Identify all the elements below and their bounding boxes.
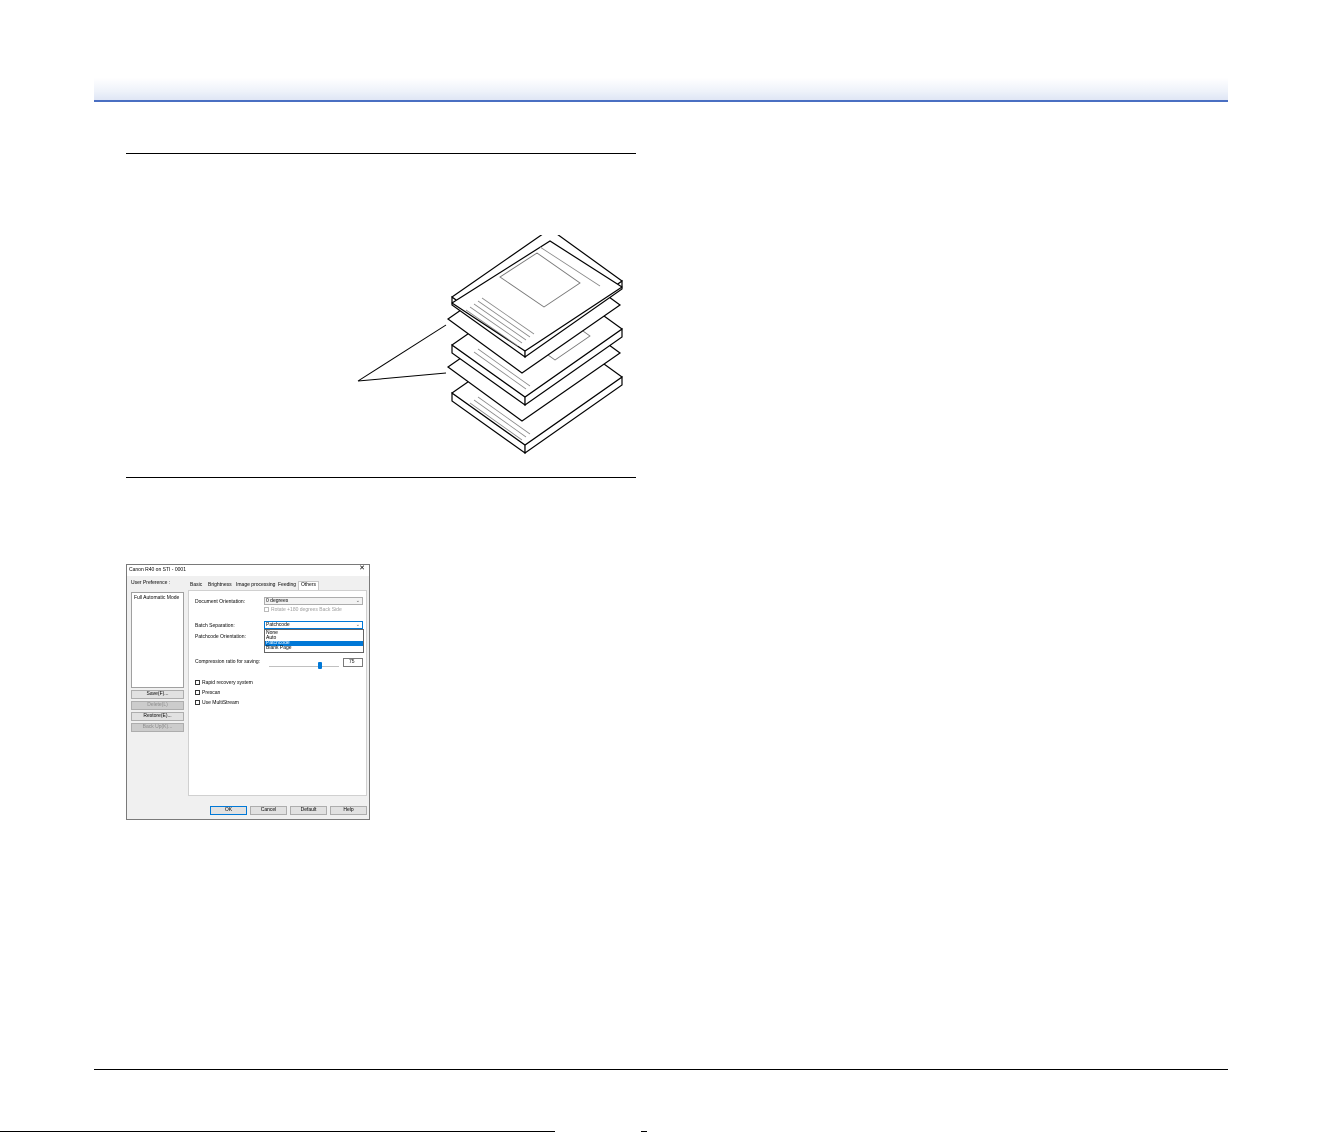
compression-slider-thumb[interactable] bbox=[318, 662, 323, 669]
delete-button[interactable]: Delete(L) bbox=[131, 701, 184, 710]
ok-button[interactable]: OK bbox=[210, 806, 247, 815]
document-orientation-value: 0 degrees bbox=[266, 598, 289, 604]
batch-separation-select[interactable]: Patchcode ⌄ bbox=[264, 621, 363, 629]
document-orientation-label: Document Orientation: bbox=[195, 599, 246, 605]
section-top-rule bbox=[126, 153, 636, 154]
batch-separation-dropdown: None Auto Patchcode Blank Page bbox=[264, 629, 364, 653]
compression-slider-track[interactable] bbox=[269, 666, 339, 667]
batch-separation-value: Patchcode bbox=[266, 622, 290, 628]
user-preference-label: User Preference : bbox=[131, 580, 171, 586]
backup-button[interactable]: Back Up(K)... bbox=[131, 723, 184, 732]
page-footer-rule bbox=[94, 1069, 1228, 1070]
page-bottom-strip bbox=[0, 1131, 555, 1132]
compression-spinbox[interactable]: 75 bbox=[343, 658, 363, 667]
dialog-titlebar: Canon R40 on STI - 0001 ✕ bbox=[127, 565, 369, 576]
restore-button[interactable]: Restore(E)... bbox=[131, 712, 184, 721]
tab-feeding[interactable]: Feeding bbox=[278, 582, 296, 588]
tab-brightness[interactable]: Brightness bbox=[208, 582, 232, 588]
batch-separation-label: Batch Separation: bbox=[195, 623, 235, 629]
help-button[interactable]: Help bbox=[330, 806, 367, 815]
multistream-checkbox[interactable] bbox=[195, 700, 200, 705]
user-preference-list[interactable]: Full Automatic Mode bbox=[131, 592, 184, 688]
prescan-label: Prescan bbox=[202, 690, 221, 696]
dialog-title: Canon R40 on STI - 0001 bbox=[129, 567, 186, 573]
tab-basic[interactable]: Basic bbox=[190, 582, 202, 588]
chevron-down-icon: ⌄ bbox=[355, 622, 360, 628]
compression-value: 75 bbox=[349, 659, 355, 665]
save-button[interactable]: Save(F)... bbox=[131, 690, 184, 699]
rotate-back-label: Rotate +180 degrees Back Side bbox=[271, 607, 342, 613]
document-stack-illustration bbox=[357, 235, 624, 455]
chevron-down-icon: ⌄ bbox=[355, 598, 360, 604]
rotate-back-checkbox[interactable] bbox=[264, 607, 269, 612]
dropdown-option-blank-page[interactable]: Blank Page bbox=[265, 646, 363, 651]
rapid-recovery-label: Rapid recovery system bbox=[202, 680, 253, 686]
page-bottom-tick bbox=[641, 1131, 647, 1132]
page-header-band bbox=[94, 78, 1228, 100]
rapid-recovery-checkbox[interactable] bbox=[195, 680, 200, 685]
close-icon[interactable]: ✕ bbox=[359, 565, 365, 572]
page-header-rule bbox=[94, 100, 1228, 102]
scanner-settings-dialog: Canon R40 on STI - 0001 ✕ User Preferenc… bbox=[126, 564, 370, 820]
cancel-button[interactable]: Cancel bbox=[250, 806, 287, 815]
tab-image-processing[interactable]: Image processing bbox=[236, 582, 275, 588]
prescan-checkbox[interactable] bbox=[195, 690, 200, 695]
multistream-label: Use MultiStream bbox=[202, 700, 239, 706]
document-orientation-select[interactable]: 0 degrees ⌄ bbox=[264, 597, 363, 605]
others-tab-panel: Document Orientation: 0 degrees ⌄ Rotate… bbox=[188, 590, 367, 796]
patchcode-orientation-label: Patchcode Orientation: bbox=[195, 634, 246, 640]
compression-label: Compression ratio for saving: bbox=[195, 659, 261, 665]
default-button[interactable]: Default bbox=[290, 806, 327, 815]
section-bottom-rule bbox=[126, 477, 636, 478]
callout-lines bbox=[357, 324, 447, 382]
list-item[interactable]: Full Automatic Mode bbox=[134, 595, 179, 601]
